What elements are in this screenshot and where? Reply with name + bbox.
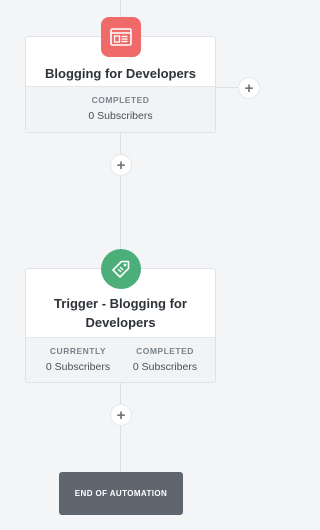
tag-icon bbox=[101, 249, 141, 289]
stat-completed: COMPLETED 0 Subscribers bbox=[26, 95, 215, 122]
add-branch-button[interactable]: + bbox=[238, 77, 260, 99]
connector-line bbox=[120, 382, 121, 472]
email-step-title: Blogging for Developers bbox=[45, 66, 196, 81]
stat-completed: COMPLETED 0 Subscribers bbox=[115, 346, 215, 373]
stat-label: COMPLETED bbox=[136, 346, 194, 356]
newsletter-icon bbox=[101, 17, 141, 57]
email-step-stats: COMPLETED 0 Subscribers bbox=[26, 86, 215, 132]
trigger-step-stats: CURRENTLY 0 Subscribers COMPLETED 0 Subs… bbox=[26, 337, 215, 382]
branch-connector-line bbox=[216, 87, 238, 88]
stat-label: COMPLETED bbox=[91, 95, 150, 105]
add-step-button[interactable]: + bbox=[110, 404, 132, 426]
end-of-automation: END OF AUTOMATION bbox=[59, 472, 183, 515]
add-step-button[interactable]: + bbox=[110, 154, 132, 176]
trigger-step-title: Trigger - Blogging for Developers bbox=[54, 296, 187, 330]
stat-value: 0 Subscribers bbox=[88, 110, 153, 122]
stat-label: CURRENTLY bbox=[49, 346, 107, 356]
connector-line bbox=[120, 0, 121, 17]
stat-value: 0 Subscribers bbox=[45, 361, 111, 373]
stat-value: 0 Subscribers bbox=[132, 361, 198, 373]
stat-currently: CURRENTLY 0 Subscribers bbox=[28, 346, 128, 373]
